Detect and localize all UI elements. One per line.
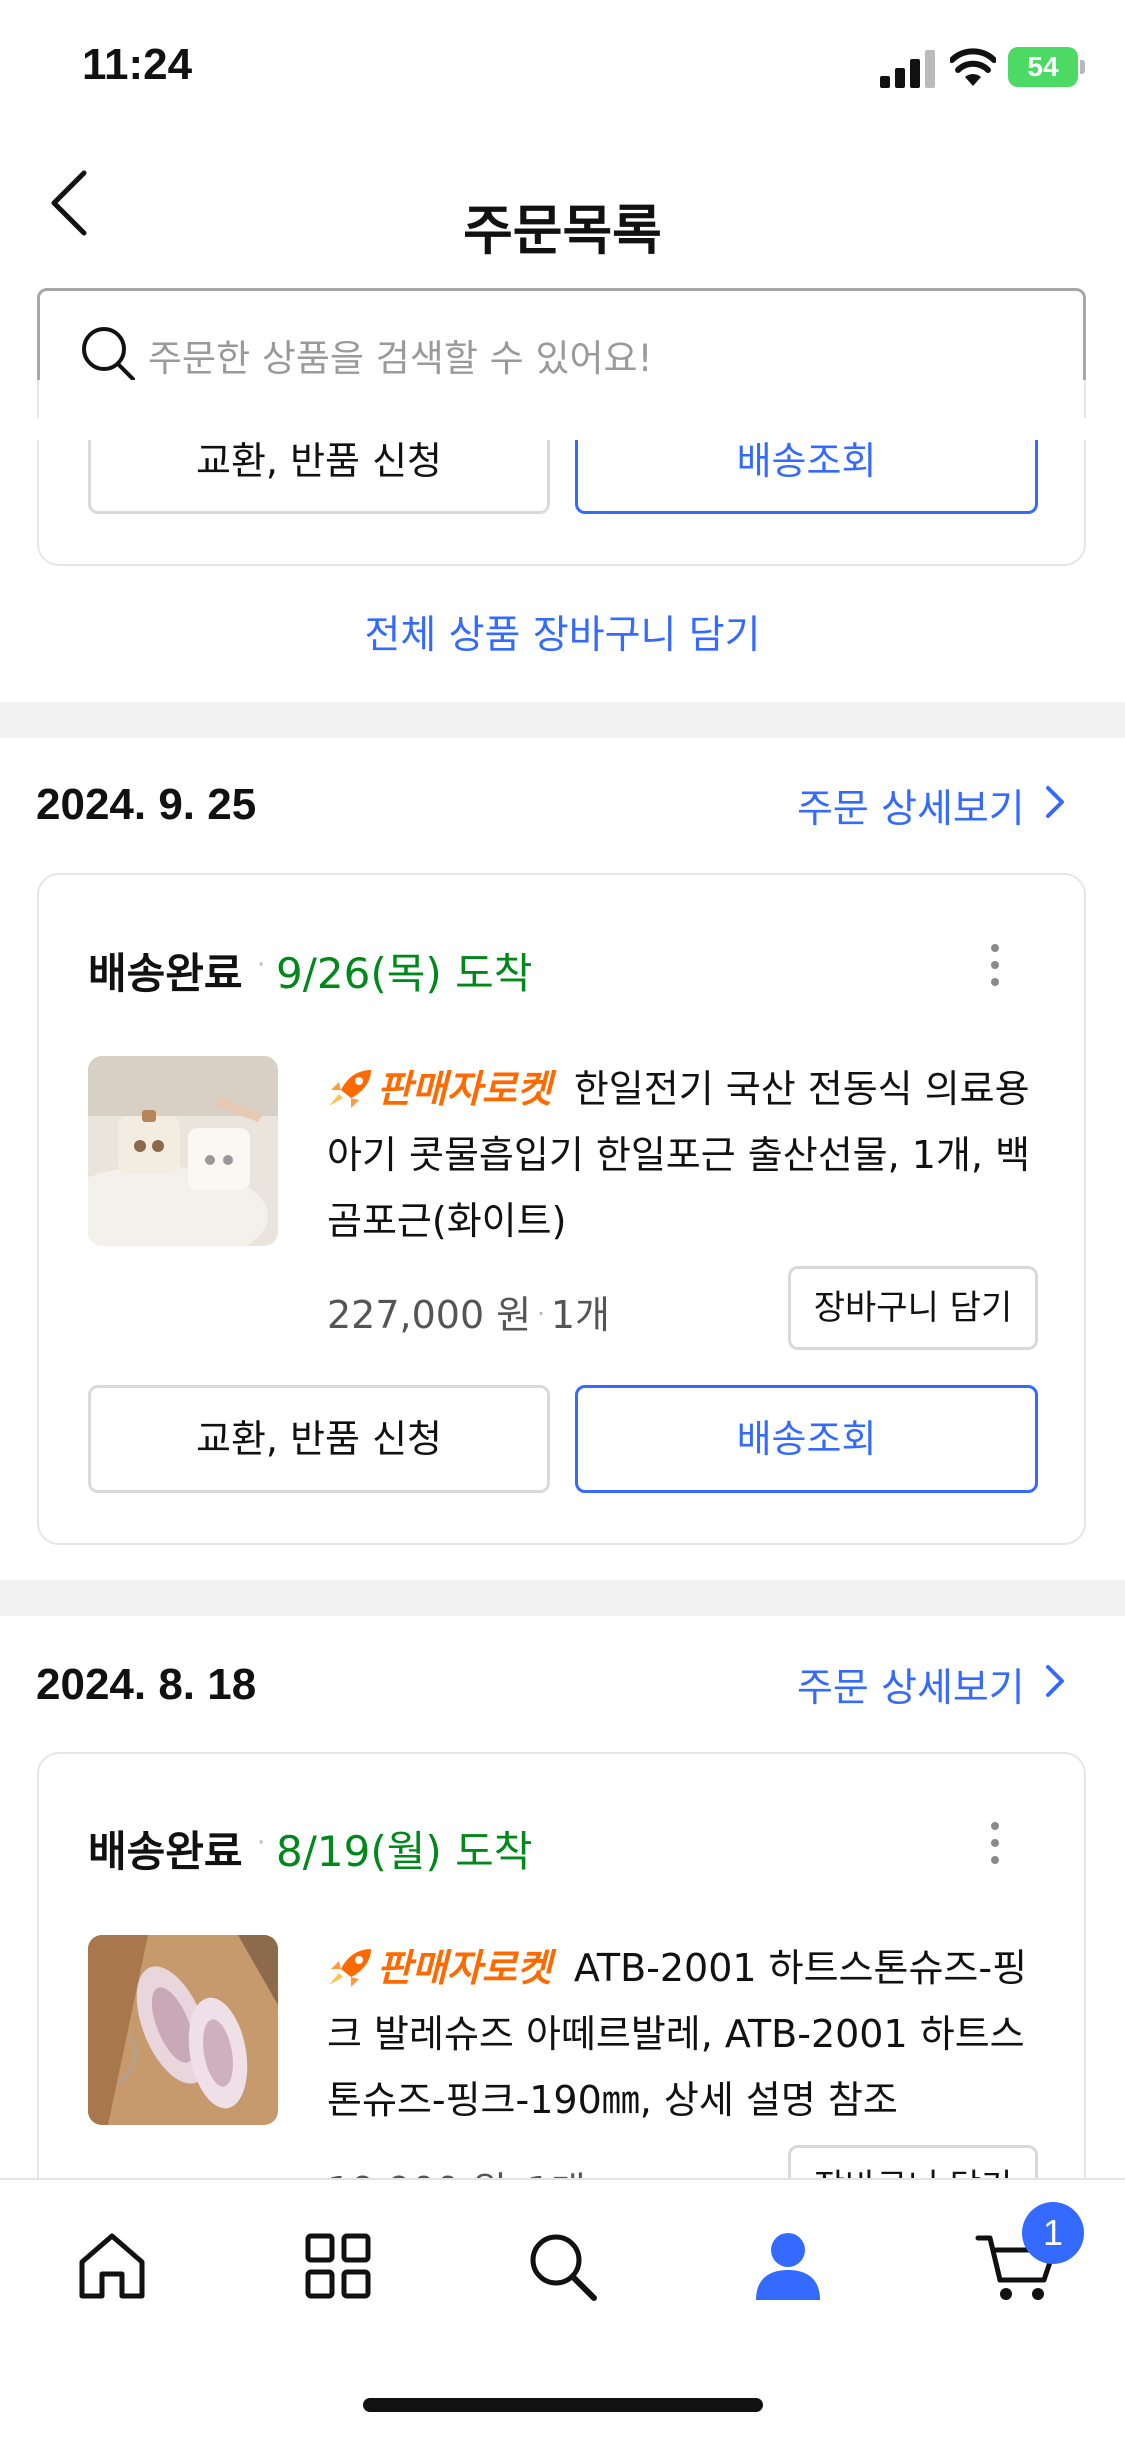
separator-dot: · bbox=[537, 1300, 545, 1328]
section-divider bbox=[0, 1580, 1125, 1616]
order-detail-link[interactable]: 주문 상세보기 bbox=[797, 778, 1025, 834]
quantity: 1개 bbox=[550, 1293, 610, 1337]
product-info[interactable]: 판매자로켓 한일전기 국산 전동식 의료용 아기 콧물흡입기 한일포근 출산선물,… bbox=[327, 1056, 1047, 1254]
section-divider bbox=[0, 702, 1125, 738]
page-title: 주문목록 bbox=[463, 199, 662, 262]
cellular-signal-icon bbox=[880, 50, 935, 88]
price-line: 227,000 원 · 1개 bbox=[327, 1284, 610, 1339]
more-options-icon[interactable] bbox=[985, 1822, 1005, 1874]
arrival-date: 8/19(월) 도착 bbox=[276, 1827, 533, 1876]
order-date: 2024. 8. 18 bbox=[36, 1660, 257, 1709]
product-thumbnail[interactable] bbox=[88, 1056, 278, 1246]
product-info[interactable]: 판매자로켓 ATB-2001 하트스톤슈즈-핑크 발레슈즈 아떼르발레, ATB-… bbox=[327, 1935, 1047, 2133]
status-time: 11:24 bbox=[82, 40, 193, 89]
search-placeholder: 주문한 상품을 검색할 수 있어요! bbox=[148, 337, 653, 380]
search-icon[interactable] bbox=[524, 2228, 600, 2304]
battery-nub bbox=[1080, 60, 1085, 74]
category-grid-icon[interactable] bbox=[300, 2228, 376, 2304]
price: 227,000 원 bbox=[327, 1293, 532, 1337]
home-indicator bbox=[363, 2398, 763, 2412]
wifi-icon bbox=[950, 48, 996, 86]
delivery-status: 배송완료 bbox=[88, 949, 243, 998]
add-to-cart-button[interactable]: 장바구니 담기 bbox=[788, 1266, 1038, 1350]
separator-dot: · bbox=[257, 950, 266, 980]
product-image bbox=[88, 1056, 278, 1246]
battery-level: 54 bbox=[1027, 51, 1059, 82]
chevron-right-icon[interactable] bbox=[1040, 1661, 1070, 1701]
chevron-right-icon[interactable] bbox=[1040, 782, 1070, 822]
delivery-tracking-button[interactable]: 배송조회 bbox=[575, 1385, 1038, 1493]
cart-count-badge: 1 bbox=[1022, 2202, 1084, 2264]
exchange-return-button[interactable]: 교환, 반품 신청 bbox=[88, 1385, 550, 1493]
my-page-person-icon[interactable] bbox=[750, 2228, 826, 2304]
header: 주문목록 bbox=[0, 135, 1125, 275]
home-icon[interactable] bbox=[74, 2228, 150, 2304]
search-icon bbox=[82, 327, 135, 381]
seller-rocket-badge: 판매자로켓 bbox=[377, 1946, 552, 1990]
separator-dot: · bbox=[257, 1828, 266, 1858]
rocket-icon bbox=[329, 1949, 371, 1987]
product-image bbox=[88, 1935, 278, 2125]
rocket-icon bbox=[329, 1070, 371, 1108]
add-all-to-cart-link[interactable]: 전체 상품 장바구니 담기 bbox=[0, 604, 1125, 660]
status-bar: 11:24 54 bbox=[0, 0, 1125, 135]
delivery-status: 배송완료 bbox=[88, 1827, 243, 1876]
seller-rocket-badge: 판매자로켓 bbox=[377, 1067, 552, 1111]
more-options-icon[interactable] bbox=[985, 944, 1005, 996]
order-detail-link[interactable]: 주문 상세보기 bbox=[797, 1657, 1025, 1713]
product-thumbnail[interactable] bbox=[88, 1935, 278, 2125]
battery-icon: 54 bbox=[1008, 47, 1078, 87]
scroll-mask bbox=[37, 418, 1086, 440]
arrival-date: 9/26(목) 도착 bbox=[276, 949, 533, 998]
order-date: 2024. 9. 25 bbox=[36, 780, 257, 829]
